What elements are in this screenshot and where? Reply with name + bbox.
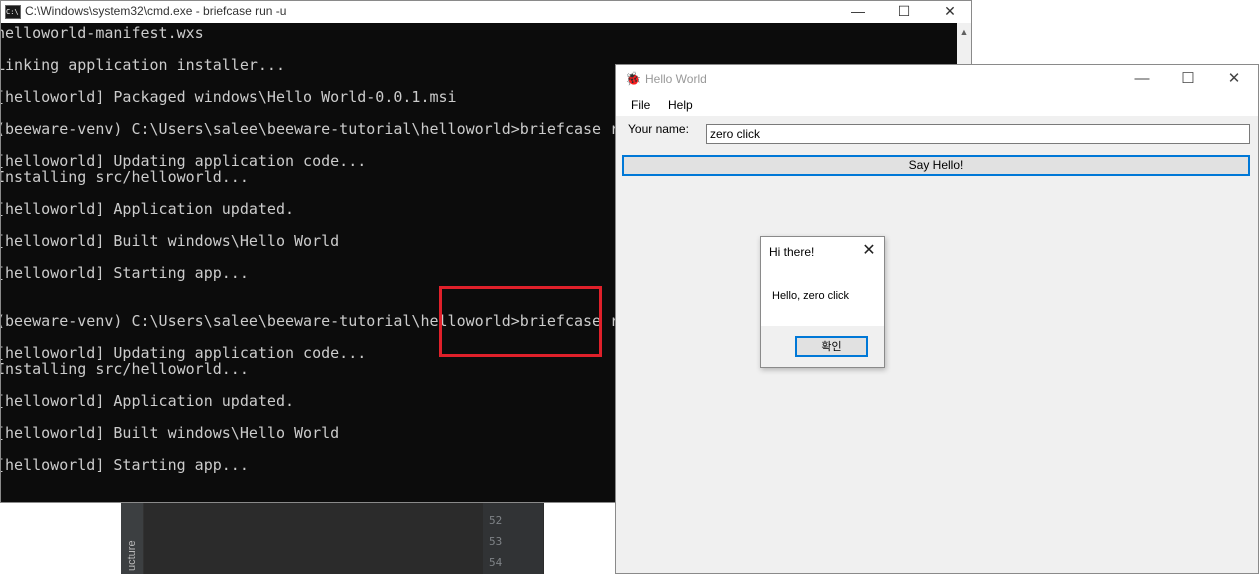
name-label: Your name: bbox=[628, 122, 689, 136]
hello-dialog[interactable]: Hi there! ✕ Hello, zero click 확인 bbox=[760, 236, 885, 368]
terminal-line: [helloworld] Starting app... bbox=[0, 456, 249, 474]
terminal-line: Linking application installer... bbox=[0, 56, 285, 74]
cmd-icon: C:\ bbox=[5, 5, 21, 19]
cmd-titlebar[interactable]: C:\ C:\Windows\system32\cmd.exe - briefc… bbox=[1, 1, 971, 24]
bee-app-icon: 🐞 bbox=[625, 71, 642, 86]
ide-sidebar-label: ucture bbox=[126, 540, 138, 571]
menu-help[interactable]: Help bbox=[668, 98, 693, 112]
terminal-line: [helloworld] Packaged windows\Hello Worl… bbox=[0, 88, 457, 106]
terminal-line: [helloworld] Built windows\Hello World bbox=[0, 424, 340, 442]
menu-bar: File Help bbox=[616, 94, 1258, 116]
terminal-line: helloworld-manifest.wxs bbox=[0, 24, 204, 42]
cmd-title: C:\Windows\system32\cmd.exe - briefcase … bbox=[25, 4, 287, 18]
name-input[interactable] bbox=[706, 124, 1250, 144]
dialog-message: Hello, zero click bbox=[772, 290, 850, 302]
maximize-button[interactable]: ☐ bbox=[1165, 65, 1211, 94]
minimize-button[interactable]: — bbox=[835, 1, 881, 23]
hello-world-window[interactable]: 🐞 Hello World — ☐ ✕ File Help Your name:… bbox=[615, 64, 1259, 574]
ide-line-number: 54 bbox=[489, 556, 503, 569]
terminal-line: [helloworld] Updating application code..… bbox=[0, 152, 367, 170]
menu-file[interactable]: File bbox=[631, 98, 650, 112]
ide-line-number: 52 bbox=[489, 514, 503, 527]
terminal-line: Installing src/helloworld... bbox=[0, 360, 249, 378]
close-button[interactable]: ✕ bbox=[927, 1, 971, 23]
ide-structure-sidebar[interactable]: ucture bbox=[121, 500, 144, 574]
terminal-line: Installing src/helloworld... bbox=[0, 168, 249, 186]
app-titlebar[interactable]: 🐞 Hello World — ☐ ✕ bbox=[616, 65, 1258, 94]
close-button[interactable]: ✕ bbox=[1211, 65, 1257, 94]
dialog-footer: 확인 bbox=[761, 326, 884, 367]
maximize-button[interactable]: ☐ bbox=[881, 1, 927, 23]
terminal-line: [helloworld] Built windows\Hello World bbox=[0, 232, 340, 250]
minimize-button[interactable]: — bbox=[1119, 65, 1165, 94]
say-hello-button[interactable]: Say Hello! bbox=[622, 155, 1250, 176]
dialog-title: Hi there! bbox=[769, 245, 815, 259]
ok-button[interactable]: 확인 bbox=[795, 336, 868, 357]
terminal-line: [helloworld] Application updated. bbox=[0, 392, 295, 410]
app-title: Hello World bbox=[645, 72, 707, 86]
terminal-line: [helloworld] Application updated. bbox=[0, 200, 295, 218]
terminal-line: (beeware-venv) C:\Users\salee\beeware-tu… bbox=[0, 120, 665, 138]
terminal-line: [helloworld] Updating application code..… bbox=[0, 344, 367, 362]
highlight-annotation-box bbox=[439, 286, 602, 357]
close-icon[interactable]: ✕ bbox=[860, 241, 878, 261]
ide-editor-background bbox=[121, 500, 544, 574]
terminal-line: [helloworld] Starting app... bbox=[0, 264, 249, 282]
ide-line-number: 53 bbox=[489, 535, 503, 548]
scroll-up-arrow-icon[interactable]: ▲ bbox=[957, 27, 971, 37]
